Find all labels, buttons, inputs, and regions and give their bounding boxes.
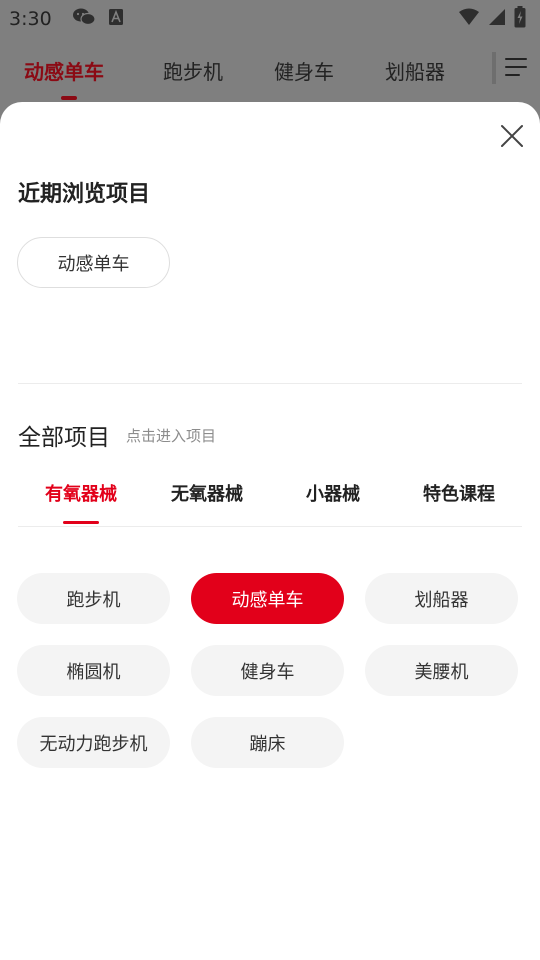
section-divider xyxy=(18,383,522,384)
tab-aerobic[interactable]: 有氧器械 xyxy=(26,480,136,506)
item-chip-waist-trainer[interactable]: 美腰机 xyxy=(365,645,518,696)
top-tab-spin-bike[interactable]: 动感单车 xyxy=(24,56,104,85)
top-tab-rowing-machine[interactable]: 划船器 xyxy=(385,56,445,85)
top-tab-active-indicator xyxy=(61,96,77,100)
item-chip-trampoline[interactable]: 蹦床 xyxy=(191,717,344,768)
status-bar: 3:30 xyxy=(0,0,540,38)
item-chip-treadmill[interactable]: 跑步机 xyxy=(17,573,170,624)
tab-small-equipment[interactable]: 小器械 xyxy=(278,480,388,506)
menu-icon[interactable] xyxy=(505,56,527,78)
all-projects-hint: 点击进入项目 xyxy=(126,427,217,445)
item-chip-rowing-machine[interactable]: 划船器 xyxy=(365,573,518,624)
signal-icon xyxy=(488,8,506,30)
wechat-icon xyxy=(72,7,96,31)
status-icons-left xyxy=(72,7,124,31)
wifi-icon xyxy=(458,8,480,30)
item-chip-exercise-bike[interactable]: 健身车 xyxy=(191,645,344,696)
tab-anaerobic[interactable]: 无氧器械 xyxy=(152,480,262,506)
item-chip-curved-treadmill[interactable]: 无动力跑步机 xyxy=(17,717,170,768)
all-projects-title: 全部项目 xyxy=(18,425,110,451)
item-chip-spin-bike[interactable]: 动感单车 xyxy=(191,573,344,624)
battery-icon xyxy=(514,6,526,32)
top-tab-treadmill[interactable]: 跑步机 xyxy=(163,56,223,85)
top-tabs-divider xyxy=(492,52,496,84)
top-tab-exercise-bike[interactable]: 健身车 xyxy=(274,56,334,85)
item-chip-elliptical[interactable]: 椭圆机 xyxy=(17,645,170,696)
close-icon[interactable] xyxy=(500,124,524,148)
font-icon xyxy=(108,8,124,30)
project-picker-sheet xyxy=(0,102,540,960)
status-icons-right xyxy=(458,6,526,32)
tab-special-courses[interactable]: 特色课程 xyxy=(404,480,514,506)
status-time: 3:30 xyxy=(9,8,52,30)
tabs-divider xyxy=(18,526,522,527)
recent-item-chip[interactable]: 动感单车 xyxy=(17,237,170,288)
recent-section-title: 近期浏览项目 xyxy=(18,182,151,207)
tab-active-indicator xyxy=(63,521,99,524)
top-category-tabs: 动感单车 跑步机 健身车 划船器 xyxy=(0,38,540,102)
